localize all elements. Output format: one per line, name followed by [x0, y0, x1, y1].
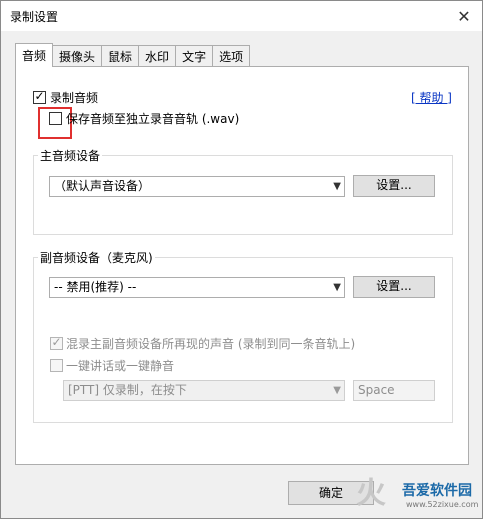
ptt-mode-value: [PTT] 仅录制，在按下 — [68, 383, 187, 397]
main-audio-device-select[interactable]: （默认声音设备） ▼ — [49, 176, 345, 197]
ptt-label: 一键讲话或一键静音 — [66, 359, 175, 373]
tab-camera[interactable]: 摄像头 — [52, 45, 103, 66]
tab-bar: 音频 摄像头 鼠标 水印 文字 选项 — [15, 43, 251, 67]
site-watermark: 火 吾爱软件园 www.52zixue.com — [356, 464, 479, 516]
close-button[interactable]: ✕ — [446, 1, 482, 31]
audio-tab-panel: ✓ 录制音频 [ 帮助 ] 保存音频至独立录音音轨 (.wav) 主音频设备 （… — [15, 66, 469, 465]
window-title: 录制设置 — [10, 10, 59, 24]
chevron-down-icon: ▼ — [333, 385, 341, 396]
tab-text[interactable]: 文字 — [175, 45, 214, 66]
mix-audio-label: 混录主副音频设备所再现的声音 (录制到同一条音轨上) — [66, 337, 356, 351]
record-audio-checkbox[interactable]: ✓ — [33, 89, 46, 104]
secondary-device-settings-button[interactable]: 设置... — [353, 276, 435, 298]
watermark-logo-icon: 火 — [356, 476, 386, 511]
secondary-audio-device-title: 副音频设备（麦克风) — [38, 249, 155, 266]
settings-dialog: 录制设置 ✕ 音频 摄像头 鼠标 水印 文字 选项 ✓ 录制音频 [ 帮助 ] … — [0, 0, 483, 519]
tab-mouse[interactable]: 鼠标 — [101, 45, 140, 66]
main-device-settings-button[interactable]: 设置... — [353, 175, 435, 197]
save-separate-track-label: 保存音频至独立录音音轨 (.wav) — [66, 112, 240, 126]
close-icon: ✕ — [457, 6, 471, 26]
tab-watermark[interactable]: 水印 — [138, 45, 177, 66]
tab-audio[interactable]: 音频 — [15, 43, 54, 67]
ptt-mode-select[interactable]: [PTT] 仅录制，在按下 ▼ — [63, 380, 345, 401]
help-link[interactable]: [ 帮助 ] — [411, 89, 452, 106]
chevron-down-icon: ▼ — [333, 181, 341, 192]
secondary-audio-device-value: -- 禁用(推荐) -- — [54, 280, 137, 294]
checkmark-icon: ✓ — [51, 335, 62, 349]
mix-audio-checkbox[interactable]: ✓ — [50, 335, 63, 350]
title-bar[interactable]: 录制设置 ✕ — [1, 1, 482, 31]
ptt-checkbox[interactable] — [50, 359, 63, 372]
ptt-key-field[interactable]: Space — [353, 380, 435, 401]
watermark-url: www.52zixue.com — [406, 500, 479, 509]
main-audio-device-title: 主音频设备 — [38, 147, 103, 164]
checkmark-icon: ✓ — [34, 89, 45, 103]
watermark-name: 吾爱软件园 — [402, 483, 472, 499]
main-audio-device-value: （默认声音设备） — [54, 179, 151, 193]
tab-options[interactable]: 选项 — [212, 45, 251, 66]
secondary-audio-device-select[interactable]: -- 禁用(推荐) -- ▼ — [49, 277, 345, 298]
record-audio-label: 录制音频 — [50, 91, 99, 105]
save-separate-track-checkbox[interactable] — [49, 112, 62, 125]
chevron-down-icon: ▼ — [333, 282, 341, 293]
